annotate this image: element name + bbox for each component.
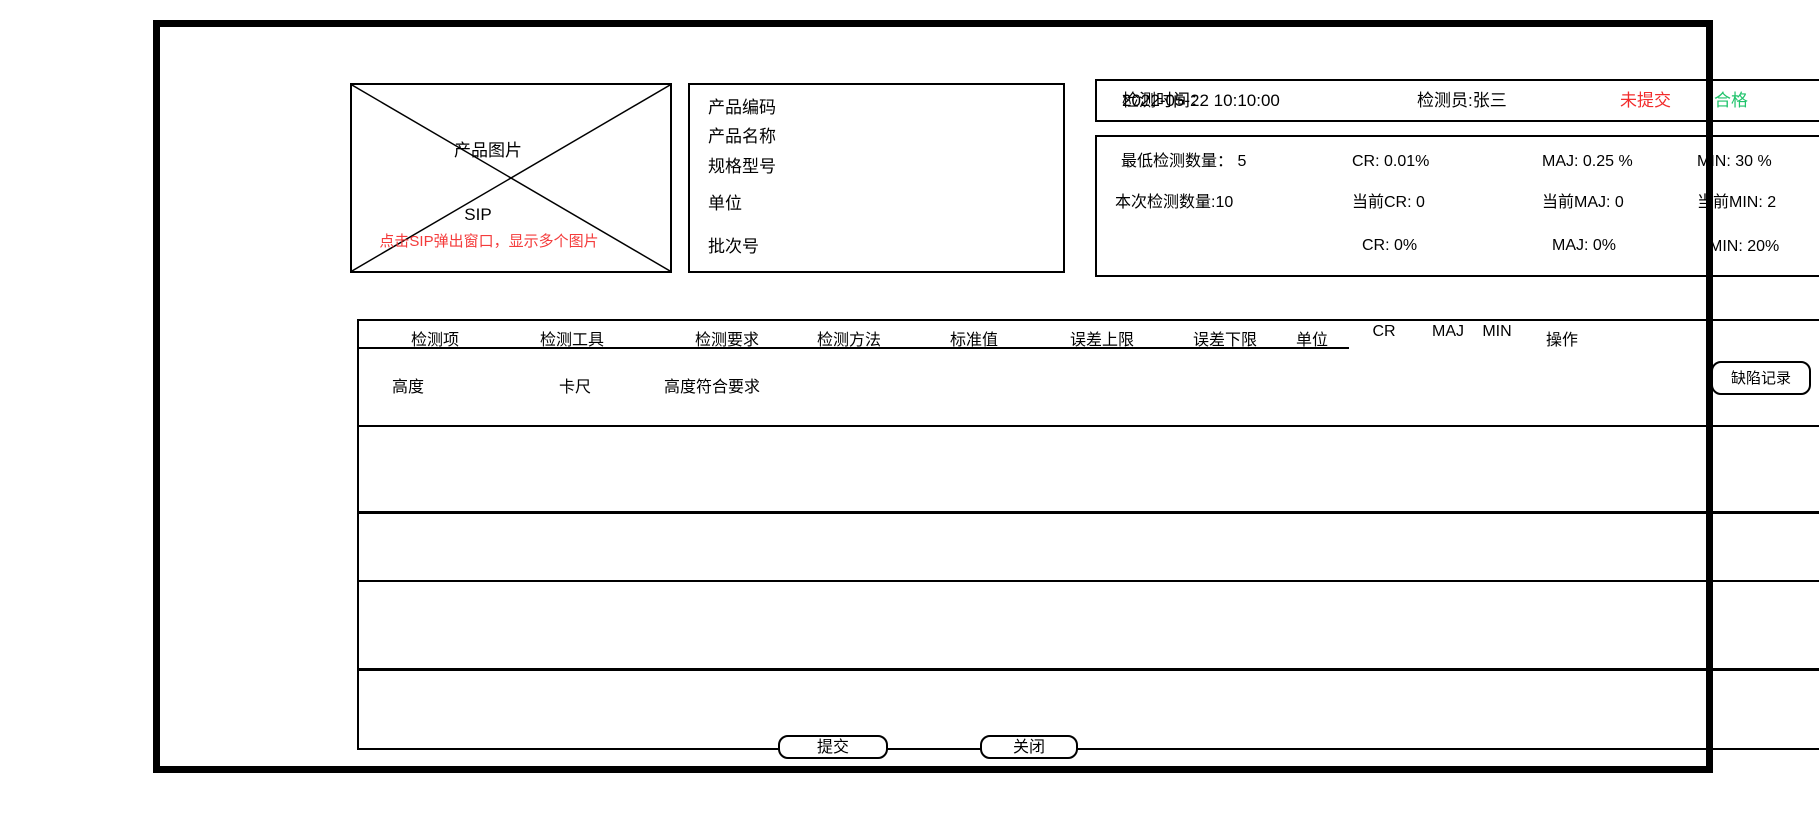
table-row-empty: [359, 514, 1819, 580]
table-row-empty: [359, 427, 1819, 511]
cr-limit: CR: 0.01%: [1352, 152, 1429, 172]
status-unsubmitted: 未提交: [1620, 81, 1671, 120]
inspection-table: 检测项 检测工具 检测要求 检测方法 标准值 误差上限 误差下限 单位 CR M…: [357, 319, 1819, 750]
col-header-cr: CR: [1354, 323, 1414, 341]
table-row-empty: [359, 671, 1819, 750]
defect-record-button[interactable]: 缺陷记录: [1711, 361, 1811, 395]
cell-item: 高度: [392, 373, 424, 397]
min-check-qty: 最低检测数量： 5: [1121, 152, 1246, 172]
cell-tool: 卡尺: [559, 373, 591, 397]
field-product-code: 产品编码: [708, 93, 776, 115]
min-limit: MIN: 30 %: [1697, 152, 1772, 172]
sip-note: 点击SIP弹出窗口，显示多个图片: [352, 230, 626, 251]
cell-requirement: 高度符合要求: [664, 373, 760, 397]
header-divider: [359, 347, 1349, 349]
window-frame: 产品图片 SIP 点击SIP弹出窗口，显示多个图片 产品编码 产品名称 规格型号…: [153, 20, 1713, 773]
current-check-qty: 本次检测数量:10: [1115, 193, 1233, 213]
inspection-header-bar: 检测时间：2022-05-22 10:10:00 检测员:张三 未提交 合格: [1095, 79, 1819, 122]
maj-rate: MAJ: 0%: [1552, 236, 1616, 256]
field-unit: 单位: [708, 189, 742, 211]
product-image-label: 产品图片: [352, 136, 624, 161]
current-cr: 当前CR: 0: [1352, 193, 1425, 213]
inspection-window: 产品图片 SIP 点击SIP弹出窗口，显示多个图片 产品编码 产品名称 规格型号…: [0, 0, 1819, 833]
inspection-time-value: 2022-05-22 10:10:00: [1122, 81, 1280, 120]
col-header-action: 操作: [1497, 326, 1627, 350]
field-spec-model: 规格型号: [708, 152, 776, 174]
submit-button[interactable]: 提交: [778, 735, 888, 759]
product-info-panel: 产品编码 产品名称 规格型号 单位 批次号: [688, 83, 1065, 273]
current-min: 当前MIN: 2: [1697, 193, 1776, 213]
metrics-panel: 最低检测数量： 5 CR: 0.01% MAJ: 0.25 % MIN: 30 …: [1095, 135, 1819, 277]
current-maj: 当前MAJ: 0: [1542, 193, 1624, 213]
table-row-empty: [359, 582, 1819, 668]
field-product-name: 产品名称: [708, 122, 776, 144]
maj-limit: MAJ: 0.25 %: [1542, 152, 1633, 172]
product-image-placeholder[interactable]: 产品图片 SIP 点击SIP弹出窗口，显示多个图片: [350, 83, 672, 273]
status-qualified: 合格: [1714, 81, 1748, 120]
cr-rate: CR: 0%: [1362, 236, 1417, 256]
close-button[interactable]: 关闭: [980, 735, 1078, 759]
inspector-name: 检测员:张三: [1417, 81, 1507, 120]
field-batch-number: 批次号: [708, 232, 759, 254]
min-rate: MIN: 20%: [1709, 237, 1779, 257]
sip-link[interactable]: SIP: [352, 205, 604, 225]
